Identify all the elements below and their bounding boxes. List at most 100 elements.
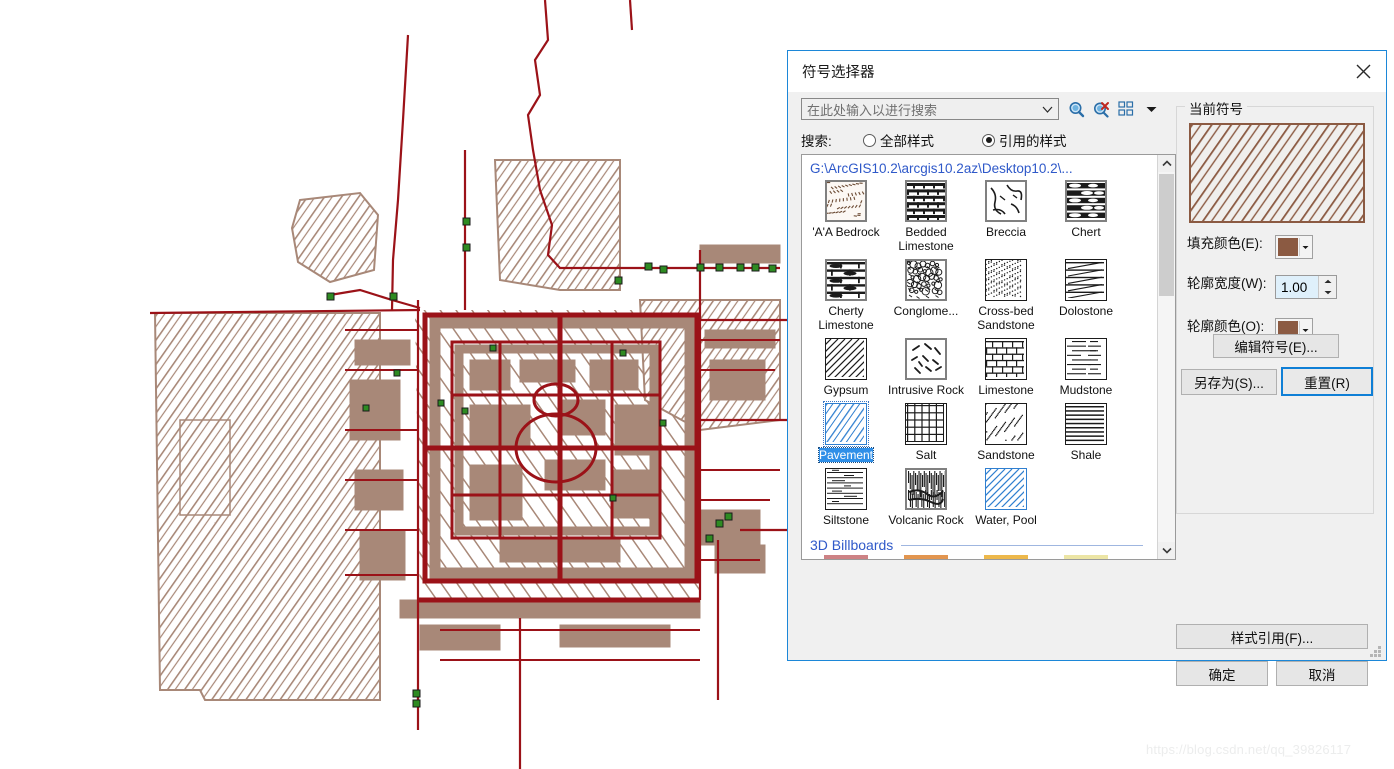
symbol-item-conglome[interactable]: Conglome... <box>886 259 966 332</box>
symbol-item-dolostone[interactable]: Dolostone <box>1046 259 1126 332</box>
stepper-buttons[interactable] <box>1318 276 1336 298</box>
symbol-swatch <box>985 403 1027 445</box>
clear-search-icon[interactable] <box>1092 100 1110 118</box>
style-path[interactable]: G:\ArcGIS10.2\arcgis10.2az\Desktop10.2\.… <box>802 155 1157 180</box>
symbol-item-water-pool[interactable]: Water, Pool <box>966 468 1046 527</box>
edit-symbol-button[interactable]: 编辑符号(E)... <box>1213 334 1339 358</box>
right-pane: 当前符号 填充颜色(E): 轮廓宽度(W): 1.00 轮廓颜色(O): 编辑符… <box>1176 96 1376 686</box>
style-reference-button[interactable]: 样式引用(F)... <box>1176 624 1368 649</box>
current-symbol-title: 当前符号 <box>1185 98 1247 118</box>
symbol-swatch <box>905 259 947 301</box>
symbol-item-limestone[interactable]: Limestone <box>966 338 1046 397</box>
symbol-item-bedded-limestone[interactable]: Bedded Limestone <box>886 180 966 253</box>
symbol-label: Intrusive Rock <box>887 383 965 397</box>
chevron-down-icon[interactable] <box>1301 328 1310 333</box>
search-icon[interactable] <box>1067 100 1085 118</box>
symbol-item-gypsum[interactable]: Gypsum <box>806 338 886 397</box>
chevron-down-icon[interactable] <box>1036 99 1058 119</box>
symbol-label: Pavement <box>817 447 875 463</box>
symbol-item-a-a-bedrock[interactable]: 'A'A Bedrock <box>806 180 886 253</box>
symbol-preview <box>1189 123 1365 223</box>
grid-view-icon[interactable] <box>1117 100 1135 118</box>
symbol-swatch <box>825 180 867 222</box>
symbol-item-chert[interactable]: Chert <box>1046 180 1126 253</box>
symbol-label: Breccia <box>985 225 1026 239</box>
symbol-item-breccia[interactable]: Breccia <box>966 180 1046 253</box>
close-icon[interactable] <box>1341 52 1386 92</box>
symbol-label: Chert <box>1071 225 1101 239</box>
billboard-item[interactable] <box>1046 555 1126 559</box>
section-divider <box>901 544 1143 546</box>
symbol-label: Shale <box>1070 448 1102 462</box>
symbol-label: Bedded Limestone <box>898 225 954 253</box>
symbol-item-cherty-limestone[interactable]: Cherty Limestone <box>806 259 886 332</box>
symbol-label: Volcanic Rock <box>888 513 964 527</box>
symbol-item-mudstone[interactable]: Mudstone <box>1046 338 1126 397</box>
chevron-down-icon[interactable] <box>1142 100 1160 118</box>
billboard-item[interactable] <box>966 555 1046 559</box>
symbol-item-salt[interactable]: Salt <box>886 403 966 462</box>
chevron-down-icon[interactable] <box>1158 542 1175 559</box>
chevron-down-icon[interactable] <box>1301 245 1310 250</box>
symbol-item-volcanic-rock[interactable]: Volcanic Rock <box>886 468 966 527</box>
fill-color-row: 填充颜色(E): <box>1187 235 1313 259</box>
symbol-swatch <box>825 468 867 510</box>
chevron-up-icon[interactable] <box>1158 155 1175 172</box>
billboard-row <box>802 555 1157 559</box>
symbol-swatch <box>1065 180 1107 222</box>
symbol-label: Cross-bed Sandstone <box>977 304 1035 332</box>
radio-all-styles[interactable]: 全部样式 <box>863 130 934 150</box>
search-scope-row: 搜索: 全部样式 引用的样式 <box>801 130 1115 150</box>
symbol-item-pavement[interactable]: Pavement <box>806 401 886 463</box>
symbol-label: Gypsum <box>823 383 869 397</box>
symbol-label: Limestone <box>978 383 1034 397</box>
symbol-gallery-content: G:\ArcGIS10.2\arcgis10.2az\Desktop10.2\.… <box>802 155 1157 559</box>
symbol-label: Water, Pool <box>975 513 1037 527</box>
symbol-label: Salt <box>915 448 937 462</box>
fill-color-button[interactable] <box>1275 235 1313 259</box>
symbol-label: Siltstone <box>822 513 870 527</box>
radio-referenced-styles-label: 引用的样式 <box>999 134 1067 149</box>
outline-width-value[interactable]: 1.00 <box>1276 276 1318 298</box>
dialog-title: 符号选择器 <box>802 65 875 81</box>
billboards-section-header: 3D Billboards <box>802 533 1157 555</box>
resize-grip[interactable] <box>1370 646 1382 658</box>
symbol-swatch <box>1065 338 1107 380</box>
scrollbar-thumb[interactable] <box>1159 174 1174 296</box>
outline-width-stepper[interactable]: 1.00 <box>1275 275 1337 299</box>
ok-button[interactable]: 确定 <box>1176 661 1268 686</box>
symbol-swatch <box>985 180 1027 222</box>
symbol-item-shale[interactable]: Shale <box>1046 403 1126 462</box>
stepper-up-icon[interactable] <box>1319 276 1336 287</box>
symbol-item-cross-bed-sandstone[interactable]: Cross-bed Sandstone <box>966 259 1046 332</box>
symbol-item-sandstone[interactable]: Sandstone <box>966 403 1046 462</box>
symbol-swatch <box>985 259 1027 301</box>
symbol-item-intrusive-rock[interactable]: Intrusive Rock <box>886 338 966 397</box>
outline-width-label: 轮廓宽度(W): <box>1187 276 1267 291</box>
outline-width-row: 轮廓宽度(W): 1.00 <box>1187 275 1337 299</box>
symbol-grid: 'A'A Bedrock Bedded Limestone Breccia Ch… <box>802 180 1157 533</box>
cancel-button[interactable]: 取消 <box>1276 661 1368 686</box>
fill-color-chip <box>1278 238 1298 256</box>
symbol-swatch <box>823 401 869 447</box>
billboard-swatch <box>904 555 948 559</box>
symbol-label: Conglome... <box>893 304 959 318</box>
reset-button[interactable]: 重置(R) <box>1281 367 1373 396</box>
watermark: https://blog.csdn.net/qq_39826117 <box>1146 742 1352 757</box>
scrollbar-track[interactable] <box>1158 172 1175 542</box>
search-input[interactable]: 在此处输入以进行搜索 <box>801 98 1059 120</box>
symbol-swatch <box>985 338 1027 380</box>
symbol-item-siltstone[interactable]: Siltstone <box>806 468 886 527</box>
radio-referenced-styles[interactable]: 引用的样式 <box>982 130 1067 150</box>
save-as-button[interactable]: 另存为(S)... <box>1181 369 1277 395</box>
billboard-swatch <box>1064 555 1108 559</box>
billboard-item[interactable] <box>886 555 966 559</box>
dialog-body: 在此处输入以进行搜索 搜索: 全部样式 引用的样式 G:\ArcGIS10.2\… <box>788 92 1386 686</box>
gallery-scrollbar[interactable] <box>1157 155 1175 559</box>
billboard-item[interactable] <box>806 555 886 559</box>
stepper-down-icon[interactable] <box>1319 287 1336 298</box>
symbol-label: Mudstone <box>1059 383 1113 397</box>
symbol-swatch <box>985 468 1027 510</box>
symbol-swatch <box>905 468 947 510</box>
radio-all-styles-label: 全部样式 <box>880 134 934 149</box>
